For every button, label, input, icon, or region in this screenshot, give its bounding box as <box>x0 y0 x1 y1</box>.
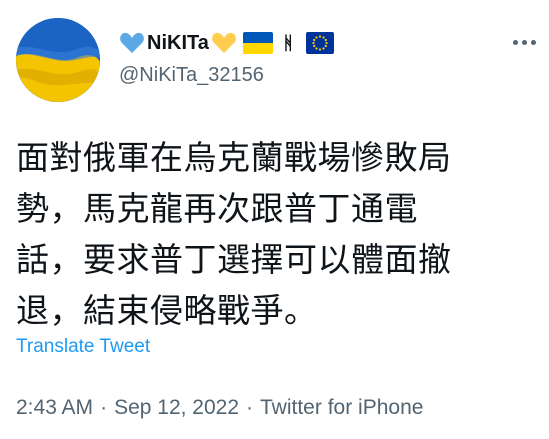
tweet-time[interactable]: 2:43 AM <box>16 396 93 419</box>
meta-separator: · <box>100 396 108 419</box>
ukraine-flag-icon <box>242 32 273 54</box>
tweet-line: 話，要求普丁選擇可以體面撤 <box>16 240 452 279</box>
tweet-line: 面對俄軍在烏克蘭戰場慘敗局 <box>16 138 452 177</box>
more-dot-icon <box>522 40 527 45</box>
more-dot-icon <box>513 40 518 45</box>
meta-separator: · <box>246 396 254 419</box>
more-options-button[interactable] <box>511 32 539 52</box>
more-dot-icon <box>531 40 536 45</box>
tweet-source[interactable]: Twitter for iPhone <box>260 396 423 419</box>
tweet-line: 退，結束侵略戰爭。 <box>16 291 318 330</box>
tweet-line: 勢，馬克龍再次跟普丁通電 <box>16 189 418 228</box>
yellow-heart-icon <box>212 32 236 53</box>
blue-heart-icon <box>120 32 144 53</box>
ukraine-flag-avatar-icon <box>16 18 100 102</box>
display-name[interactable]: NiKITa <box>147 32 209 55</box>
user-handle[interactable]: @NiKiTa_32156 <box>119 64 264 87</box>
name-row: NiKITa ᚻ <box>119 28 334 58</box>
rune-symbol-icon: ᚻ <box>282 32 294 53</box>
tweet-meta: 2:43 AM · Sep 12, 2022 · Twitter for iPhone <box>16 396 423 420</box>
tweet-date[interactable]: Sep 12, 2022 <box>114 396 239 419</box>
translate-tweet-link[interactable]: Translate Tweet <box>16 336 150 358</box>
tweet-text: 面對俄軍在烏克蘭戰場慘敗局 勢，馬克龍再次跟普丁通電 話，要求普丁選擇可以體面撤… <box>16 132 536 336</box>
avatar[interactable] <box>16 18 100 102</box>
eu-flag-icon <box>305 32 334 54</box>
